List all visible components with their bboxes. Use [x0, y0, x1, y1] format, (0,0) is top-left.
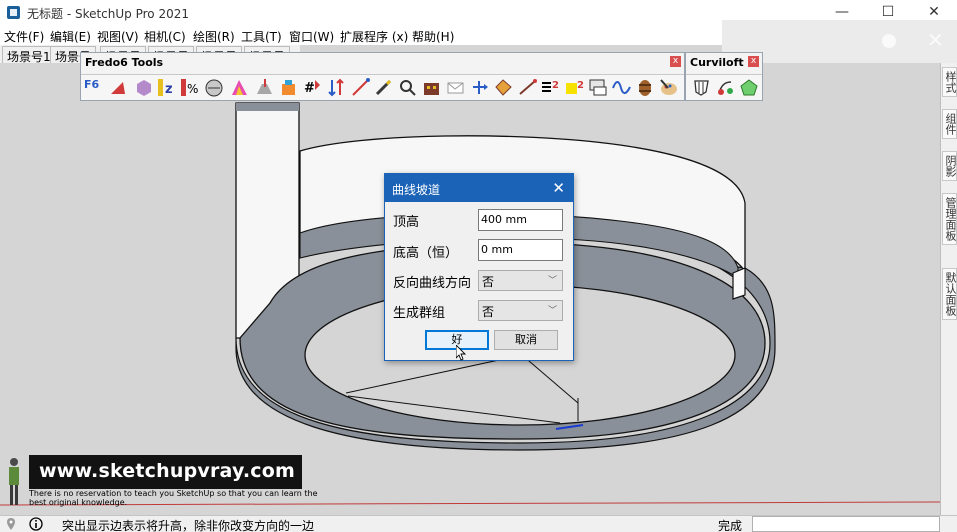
menu-draw[interactable]: 绘图(R): [193, 28, 235, 45]
square-two-icon[interactable]: 2: [565, 78, 584, 97]
curviloft-toolbar-close[interactable]: x: [748, 56, 759, 67]
reverse-direction-label: 反向曲线方向: [393, 276, 472, 291]
magnifier-icon[interactable]: [398, 78, 417, 97]
menu-file[interactable]: 文件(F): [4, 28, 44, 45]
reverse-direction-select[interactable]: 否 ﹀: [478, 270, 563, 291]
top-height-input[interactable]: 400 mm: [478, 209, 563, 231]
reverse-direction-value: 否: [482, 275, 495, 289]
sketchup-window: 无标题 - SketchUp Pro 2021 — ☐ ✕ 文件(F) 编辑(E…: [0, 0, 957, 532]
vertical-wall-top: [236, 103, 299, 111]
tray-tab-manage[interactable]: 管理面板: [942, 193, 957, 245]
tray-tab-shadows[interactable]: 阴影: [942, 151, 957, 181]
loft-skin-icon[interactable]: [740, 78, 759, 97]
menu-window[interactable]: 窗口(W): [289, 28, 334, 45]
barrel-icon[interactable]: [636, 78, 655, 97]
info-icon[interactable]: [29, 517, 43, 531]
geolocation-icon[interactable]: [4, 517, 18, 531]
wave-curve-icon[interactable]: [612, 78, 631, 97]
menu-view[interactable]: 视图(V): [97, 28, 139, 45]
fredo6-toolbar-close[interactable]: x: [670, 56, 681, 67]
curviloft-toolbar: Curviloft x: [685, 52, 763, 101]
building-icon[interactable]: [422, 78, 441, 97]
ramp-end-block: [732, 267, 746, 300]
chevron-down-icon: ﹀: [547, 306, 557, 316]
record-dot-icon: [882, 34, 896, 48]
fredo6-toolbar: Fredo6 Tools x F6 z % # 2 2: [80, 52, 685, 101]
watermark-person-icon: [9, 458, 19, 505]
watermark-caption: There is no reservation to teach you Ske…: [29, 489, 318, 507]
make-group-value: 否: [482, 305, 495, 319]
svg-text:2: 2: [552, 80, 559, 91]
top-height-label: 顶高: [393, 215, 420, 230]
slope-line-icon[interactable]: [518, 78, 537, 97]
status-message: 突出显示边表示将升高，除非你改变方向的一边: [62, 519, 315, 532]
watermark-banner: www.sketchupvray.com: [29, 455, 302, 489]
default-tray: 样式 组件 阴影 管理面板 默认面板: [940, 63, 957, 515]
watermark-url: www.sketchupvray.com: [39, 460, 295, 482]
fredo6-f6-icon[interactable]: F6: [84, 78, 103, 97]
tray-tab-default[interactable]: 默认面板: [942, 268, 957, 320]
scene-tab-1[interactable]: 场景号1: [2, 46, 56, 64]
svg-text:z: z: [165, 82, 173, 97]
menu-extensions[interactable]: 扩展程序 (x): [340, 28, 408, 45]
menu-tools[interactable]: 工具(T): [241, 28, 282, 45]
dialog-title-bar[interactable]: 曲线坡道 ✕: [385, 174, 573, 202]
window-tool-icon[interactable]: [588, 78, 607, 97]
measurements-label: 完成: [718, 519, 743, 532]
measurements-input[interactable]: [752, 516, 940, 532]
paint-house-icon[interactable]: [279, 78, 298, 97]
rainbow-tool-icon[interactable]: [230, 78, 249, 97]
dialog-close-icon[interactable]: ✕: [552, 179, 565, 197]
status-bar: 突出显示边表示将升高，除非你改变方向的一边 完成: [0, 515, 957, 532]
sketchup-app-icon: [7, 6, 20, 19]
bottom-height-label: 底高（恒）: [393, 246, 459, 261]
line-point-icon[interactable]: [351, 78, 370, 97]
push-tool-icon[interactable]: [255, 78, 274, 97]
cancel-button[interactable]: 取消: [494, 330, 558, 350]
tray-tab-components[interactable]: 组件: [942, 109, 957, 139]
svg-text:2: 2: [577, 80, 584, 91]
hash-arrows-icon[interactable]: #: [303, 78, 322, 97]
sphere-tool-icon[interactable]: [205, 78, 224, 97]
stack-two-icon[interactable]: 2: [541, 78, 560, 97]
curviloft-toolbar-title: Curviloft: [690, 56, 744, 69]
envelope-icon[interactable]: [446, 78, 465, 97]
curviloft-toolbar-icons: [686, 74, 762, 100]
menu-edit[interactable]: 编辑(E): [50, 28, 91, 45]
curve-ramp-dialog: 曲线坡道 ✕ 顶高 400 mm 底高（恒） 0 mm 反向曲线方向 否 ﹀ 生…: [384, 173, 574, 361]
menu-camera[interactable]: 相机(C): [144, 28, 186, 45]
window-title: 无标题 - SketchUp Pro 2021: [27, 7, 189, 21]
mouse-cursor-icon: [456, 345, 466, 361]
menu-help[interactable]: 帮助(H): [412, 28, 454, 45]
dialog-title: 曲线坡道: [392, 183, 441, 197]
palette-wand-icon[interactable]: [659, 78, 678, 97]
loft-shield-icon[interactable]: [692, 78, 711, 97]
tray-tab-styles[interactable]: 样式: [942, 67, 957, 97]
vertex-arrows-icon[interactable]: [470, 78, 489, 97]
fredo6-toolbar-title: Fredo6 Tools: [85, 56, 164, 69]
bottom-height-input[interactable]: 0 mm: [478, 239, 563, 261]
close-icon: ✕: [927, 28, 944, 52]
make-group-select[interactable]: 否 ﹀: [478, 300, 563, 321]
loft-rail-icon[interactable]: [716, 78, 735, 97]
chevron-down-icon: ﹀: [547, 276, 557, 286]
cone-tool-icon[interactable]: [109, 78, 128, 97]
pencil-tool-icon[interactable]: [374, 78, 393, 97]
box-tool-icon[interactable]: [134, 78, 153, 97]
flip-arrows-icon[interactable]: [327, 78, 346, 97]
svg-text:#: #: [304, 81, 315, 96]
fredo6-toolbar-icons: F6 z % # 2 2: [81, 74, 684, 100]
percent-tool-icon[interactable]: %: [180, 78, 199, 97]
color-z-icon[interactable]: z: [157, 78, 176, 97]
make-group-label: 生成群组: [393, 306, 446, 321]
svg-text:%: %: [187, 82, 198, 96]
diamond-tool-icon[interactable]: [494, 78, 513, 97]
